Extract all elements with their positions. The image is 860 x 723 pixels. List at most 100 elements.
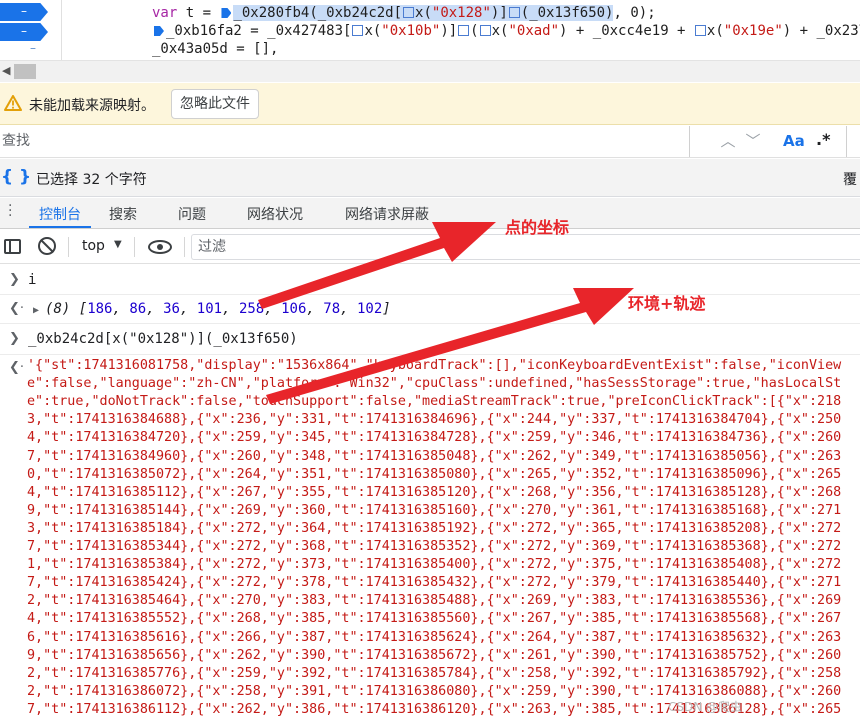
chevron-down-icon[interactable]: ▼: [114, 239, 122, 250]
code-line-3: _0x43a05d = [],: [72, 40, 278, 58]
code-string: "0xad": [508, 23, 560, 39]
find-bar-divider: [846, 126, 860, 157]
selection-status-text: 已选择 32 个字符: [36, 172, 147, 188]
output-string-line: 7,"t":1741316385344},{"x":272,"y":368,"t…: [27, 539, 842, 554]
toolbar-divider: [134, 237, 135, 257]
tab-issues[interactable]: 问题: [178, 204, 206, 224]
breakpoint-marker[interactable]: –: [0, 3, 48, 21]
code-token: var: [152, 5, 178, 21]
output-string-line: 4,"t":1741316384720},{"x":259,"y":345,"t…: [27, 430, 842, 446]
console-string-output[interactable]: ❮· '{"st":1741316081758,"display":"1536x…: [0, 355, 860, 723]
expand-triangle-icon[interactable]: ▶: [33, 305, 39, 316]
inline-breakpoint-icon[interactable]: [221, 8, 232, 18]
code-token: (_0x13f650): [520, 5, 614, 21]
code-token: ) + _0x23765: [782, 23, 860, 39]
output-string-line: 4,"t":1741316385112},{"x":267,"y":355,"t…: [27, 484, 842, 500]
array-value: 102: [356, 301, 383, 317]
toolbar-divider: [68, 237, 69, 257]
inline-breakpoint-icon[interactable]: [154, 26, 164, 36]
output-string-line: 2,"t":1741316385464},{"x":270,"y":383,"t…: [27, 593, 842, 609]
code-token: _0x280fb4: [233, 5, 310, 21]
output-string-line: 0,"t":1741316385072},{"x":264,"y":351,"t…: [27, 466, 842, 482]
scrollbar-thumb[interactable]: [14, 64, 36, 79]
find-bar: 查找 ︿ ﹀ Aa .*: [0, 126, 860, 158]
drawer-tabbar: · · · 控制台 搜索 问题 网络状况 网络请求屏蔽: [0, 198, 860, 229]
array-length: (8): [45, 301, 71, 317]
more-options-icon[interactable]: · · ·: [8, 199, 14, 223]
output-string-line: '{"st":1741316081758,"display":"1536x864…: [27, 358, 842, 373]
array-value: 186: [87, 301, 113, 317]
code-token: _0xb16fa2 = _0x427483[: [166, 23, 352, 39]
code-token: x(: [364, 23, 382, 39]
code-line-1: var t = _0x280fb4(_0xb24c2d[x("0x128")] (…: [72, 4, 656, 22]
output-string-line: e":false,"language":"zh-CN","platform":"…: [27, 376, 842, 392]
output-string-line: 3,"t":1741316385184},{"x":272,"y":364,"t…: [27, 520, 842, 536]
code-string: "0x19e": [723, 23, 783, 39]
console-input-text: _0xb24c2d[x("0x128")](_0x13f650): [28, 331, 298, 347]
tab-network-conditions[interactable]: 网络状况: [247, 204, 303, 224]
array-value: 101: [196, 301, 223, 317]
code-token: x(: [415, 5, 432, 21]
scroll-left-icon[interactable]: ◀: [2, 64, 10, 77]
output-string-line: 6,"t":1741316385616},{"x":266,"y":387,"t…: [27, 629, 842, 645]
code-line-2: _0xb16fa2 = _0x427483[x("0x10b")](x("0xa…: [72, 22, 860, 40]
output-string-line: 2,"t":1741316385776},{"x":259,"y":392,"t…: [27, 665, 842, 681]
coverage-label[interactable]: 覆: [843, 169, 857, 189]
console-toolbar: top ▼ 过滤: [0, 230, 860, 264]
inline-breakpoint-icon[interactable]: [694, 25, 706, 36]
breakpoint-marker[interactable]: –: [0, 23, 48, 41]
array-value: 258: [238, 301, 265, 317]
array-value: 78: [323, 301, 341, 317]
output-string-line: 3,"t":1741316384688},{"x":236,"y":331,"t…: [27, 412, 842, 428]
inline-breakpoint-icon[interactable]: [479, 25, 491, 36]
tab-console[interactable]: 控制台: [39, 204, 81, 224]
output-prompt-icon: ❮·: [9, 301, 25, 316]
regex-button[interactable]: .*: [816, 130, 830, 149]
input-prompt-icon: ❯: [9, 272, 20, 287]
ignore-file-button[interactable]: 忽略此文件: [171, 89, 259, 119]
find-previous-button[interactable]: ︿: [715, 126, 741, 157]
line-gutter[interactable]: – – –: [0, 0, 62, 60]
code-editor[interactable]: – – – var t = _0x280fb4(_0xb24c2d[x("0x1…: [0, 0, 860, 60]
code-token: x(: [491, 23, 509, 39]
output-prompt-icon: ❮·: [9, 360, 25, 375]
code-token: (: [470, 23, 479, 39]
code-token: t =: [177, 5, 220, 21]
console-output-entry[interactable]: ❮· ▶ (8) [186, 86, 36, 101, 258, 106, 78,…: [0, 296, 860, 324]
array-output[interactable]: ▶ (8) [186, 86, 36, 101, 258, 106, 78, 10…: [33, 301, 391, 317]
clear-console-icon[interactable]: [38, 237, 56, 255]
horizontal-scrollbar[interactable]: ◀: [0, 60, 860, 82]
inline-breakpoint-icon[interactable]: [508, 7, 520, 18]
watermark: CSDN @爬虫: [668, 700, 743, 714]
output-string-line: 1,"t":1741316385384},{"x":272,"y":373,"t…: [27, 557, 842, 573]
output-string-line: e":true,"doNotTrack":false,"touchSupport…: [27, 394, 842, 410]
line-marker[interactable]: –: [30, 41, 36, 55]
code-string: "0x128": [431, 5, 491, 21]
output-string-line: 9,"t":1741316385656},{"x":262,"y":390,"t…: [27, 647, 842, 663]
code-token: )]: [440, 23, 458, 39]
pretty-print-icon[interactable]: { }: [1, 167, 31, 187]
console-input-entry[interactable]: ❯ i: [0, 265, 860, 295]
output-string-line: 4,"t":1741316385552},{"x":268,"y":385,"t…: [27, 611, 842, 627]
console-input-entry[interactable]: ❯ _0xb24c2d[x("0x128")](_0x13f650): [0, 325, 860, 355]
array-value: 86: [129, 301, 147, 317]
inline-breakpoint-icon[interactable]: [403, 7, 415, 18]
annotation-label: 环境+轨迹: [628, 294, 706, 313]
tab-search[interactable]: 搜索: [109, 204, 137, 224]
tab-request-blocking[interactable]: 网络请求屏蔽: [345, 204, 429, 224]
code-token: ) + _0xcc4e19 +: [559, 23, 694, 39]
context-selector[interactable]: top: [82, 238, 105, 254]
live-expression-eye-icon[interactable]: [148, 240, 172, 254]
inline-breakpoint-icon[interactable]: [458, 25, 470, 36]
inline-breakpoint-icon[interactable]: [352, 25, 364, 36]
warning-icon: [4, 95, 22, 111]
match-case-button[interactable]: Aa: [783, 132, 805, 150]
console-input-text: i: [28, 272, 37, 288]
show-sidebar-icon[interactable]: [4, 239, 21, 254]
find-input[interactable]: 查找: [0, 126, 690, 157]
array-value: 36: [163, 301, 180, 317]
selection-status-bar: { } 已选择 32 个字符 覆: [0, 159, 860, 197]
find-next-button[interactable]: ﹀: [740, 126, 766, 157]
code-token: )]: [490, 5, 508, 21]
active-tab-indicator: [29, 226, 91, 228]
